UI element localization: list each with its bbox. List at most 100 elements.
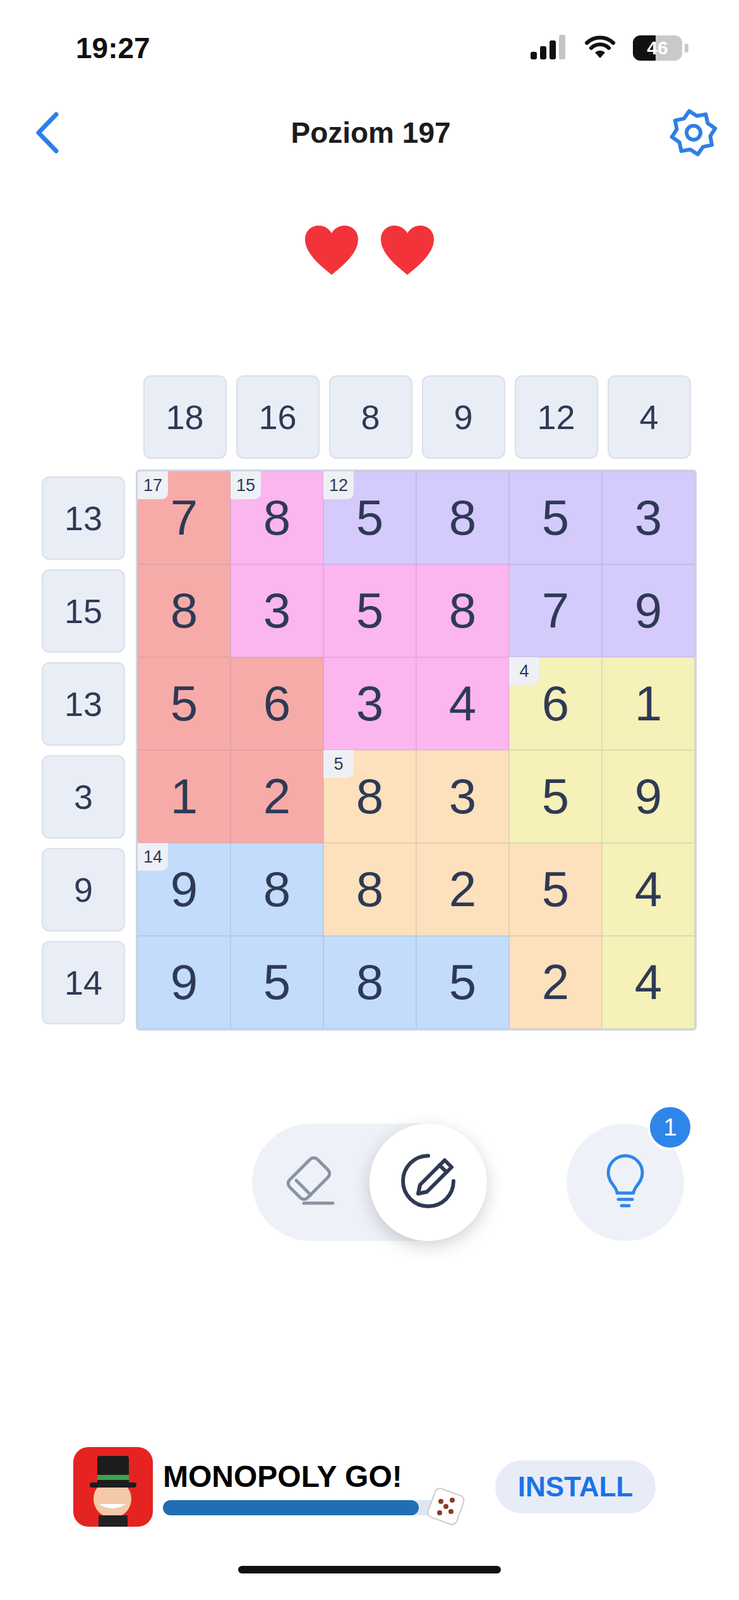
board-cell[interactable]: 3	[601, 471, 695, 565]
ad-progress	[162, 1499, 448, 1515]
ad-banner[interactable]: MONOPOLY GO! INSTALL	[0, 1445, 739, 1528]
board-cell[interactable]: 8	[137, 564, 231, 657]
cell-value: 5	[356, 488, 384, 547]
cell-value: 9	[170, 953, 198, 1011]
cell-value: 9	[634, 581, 662, 640]
column-clue: 16	[236, 375, 320, 459]
board-cell[interactable]: 3	[230, 564, 324, 657]
cell-value: 5	[541, 488, 570, 547]
cell-value: 8	[449, 488, 477, 547]
heart-icon	[302, 224, 361, 279]
cage-sum: 12	[323, 471, 354, 499]
board-cell[interactable]: 8	[230, 842, 324, 936]
column-clue: 12	[514, 375, 599, 459]
cell-value: 8	[356, 953, 384, 1011]
row-clue: 14	[41, 940, 126, 1024]
board-cell[interactable]: 8	[416, 471, 510, 565]
cell-value: 5	[449, 953, 477, 1011]
column-clue: 9	[421, 375, 506, 459]
cell-value: 1	[634, 674, 662, 733]
board: 7178155128538358795634641128535991488254…	[135, 469, 697, 1031]
hint-count-badge: 1	[647, 1104, 693, 1150]
back-icon[interactable]	[21, 106, 75, 160]
cell-value: 8	[263, 860, 291, 918]
board-cell[interactable]: 8	[323, 935, 417, 1029]
board-cell[interactable]: 2	[230, 749, 324, 843]
toolbar: 1	[0, 1123, 739, 1241]
ad-title: MONOPOLY GO!	[162, 1458, 460, 1494]
board-cell[interactable]: 85	[323, 749, 417, 843]
cell-value: 2	[449, 860, 477, 918]
board-cell[interactable]: 64	[509, 656, 602, 750]
battery-icon: 46	[632, 35, 683, 61]
gear-icon[interactable]	[666, 106, 721, 160]
dice-icon	[423, 1483, 469, 1532]
ad-progress-fill	[162, 1499, 419, 1515]
board-cell[interactable]: 7	[509, 564, 602, 657]
board-cell[interactable]: 5	[416, 935, 510, 1029]
heart-icon	[378, 224, 437, 279]
board-cell[interactable]: 914	[137, 842, 231, 936]
board-cell[interactable]: 4	[601, 935, 695, 1029]
board-cell[interactable]: 9	[137, 935, 231, 1029]
board-cell[interactable]: 3	[323, 656, 417, 750]
board-cell[interactable]: 1	[137, 749, 231, 843]
cell-value: 8	[449, 581, 477, 640]
cage-sum: 4	[509, 656, 540, 685]
board-cell[interactable]: 5	[509, 471, 602, 565]
board-cell[interactable]: 2	[416, 842, 510, 936]
clock: 19:27	[75, 30, 531, 66]
board-cell[interactable]: 2	[509, 935, 602, 1029]
tool-switch	[252, 1123, 487, 1241]
battery-text: 46	[646, 37, 668, 59]
board-cell[interactable]: 717	[137, 471, 231, 565]
board-cell[interactable]: 815	[230, 471, 324, 565]
board-cell[interactable]: 5	[230, 935, 324, 1029]
row-clue: 9	[41, 847, 126, 932]
cage-sum: 17	[137, 471, 169, 499]
row-clue: 15	[41, 569, 126, 653]
board-cell[interactable]: 5	[509, 842, 602, 936]
cell-value: 4	[634, 860, 662, 918]
board-cell[interactable]: 4	[601, 842, 695, 936]
cage-sum: 5	[323, 749, 354, 778]
cell-value: 9	[170, 860, 198, 918]
row-clue: 13	[41, 476, 126, 560]
board-cell[interactable]: 3	[416, 749, 510, 843]
board-cell[interactable]: 9	[601, 564, 695, 657]
board-cell[interactable]: 8	[323, 842, 417, 936]
board-cell[interactable]: 5	[323, 564, 417, 657]
cell-value: 3	[449, 767, 477, 825]
header: Poziom 197	[0, 96, 739, 170]
column-clue: 4	[607, 375, 691, 459]
board-cell[interactable]: 4	[416, 656, 510, 750]
cell-value: 5	[170, 674, 198, 733]
cell-value: 4	[449, 674, 477, 733]
cell-value: 8	[263, 488, 291, 547]
cell-value: 2	[263, 767, 291, 825]
cell-value: 5	[541, 860, 570, 918]
lives	[0, 169, 739, 334]
board-cell[interactable]: 5	[509, 749, 602, 843]
cell-value: 3	[356, 674, 384, 733]
level-title: Poziom 197	[74, 115, 667, 150]
cell-value: 7	[170, 488, 198, 547]
cell-value: 5	[263, 953, 291, 1011]
home-indicator	[238, 1565, 501, 1573]
board-cell[interactable]: 5	[137, 656, 231, 750]
install-button[interactable]: INSTALL	[495, 1459, 656, 1513]
wifi-icon	[583, 34, 617, 62]
status-icons: 46	[530, 34, 689, 62]
board-cell[interactable]: 6	[230, 656, 324, 750]
board-cell[interactable]: 8	[416, 564, 510, 657]
cell-value: 5	[541, 767, 570, 825]
lightbulb-icon[interactable]: 1	[566, 1123, 685, 1241]
cell-value: 1	[170, 767, 198, 825]
board-cell[interactable]: 1	[601, 656, 695, 750]
eraser-icon[interactable]	[252, 1123, 370, 1241]
board-cell[interactable]: 512	[323, 471, 417, 565]
row-clues: 1315133914	[41, 471, 126, 1029]
pencil-icon[interactable]	[369, 1123, 487, 1241]
cage-sum: 14	[137, 842, 169, 871]
board-cell[interactable]: 9	[601, 749, 695, 843]
